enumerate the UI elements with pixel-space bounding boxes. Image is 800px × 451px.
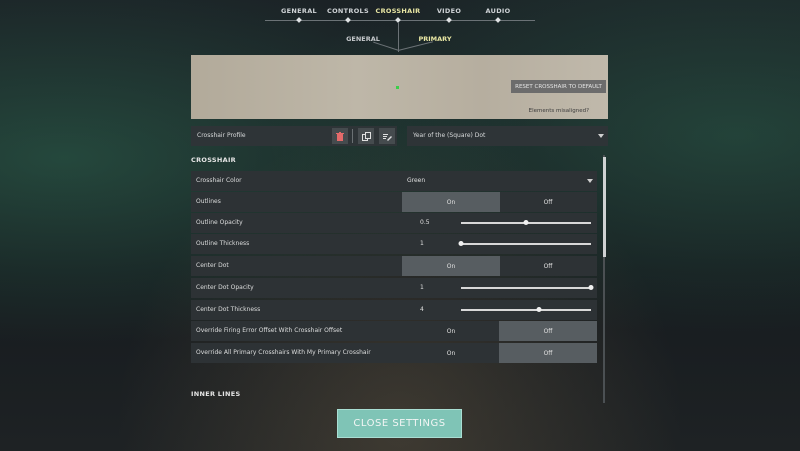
chevron-down-icon xyxy=(598,134,604,138)
setting-label: Override All Primary Crosshairs With My … xyxy=(196,349,371,356)
crosshair-color-dropdown[interactable]: Green xyxy=(402,171,597,191)
setting-label: Override Firing Error Offset With Crossh… xyxy=(196,327,343,334)
outline-thickness-value: 1 xyxy=(420,240,424,247)
outlines-on-button[interactable]: On xyxy=(402,192,500,212)
setting-center-dot: Center Dot On Off xyxy=(191,256,597,276)
subtab-primary[interactable]: PRIMARY xyxy=(418,35,451,43)
setting-label: Outline Thickness xyxy=(196,240,250,247)
setting-outline-opacity: Outline Opacity 0.5 xyxy=(191,213,597,233)
tab-general[interactable]: GENERAL xyxy=(281,7,317,15)
tab-crosshair[interactable]: CROSSHAIR xyxy=(376,7,421,15)
reset-crosshair-button[interactable]: RESET CROSSHAIR TO DEFAULT xyxy=(511,80,606,93)
setting-outlines: Outlines On Off xyxy=(191,192,597,212)
override-all-on-button[interactable]: On xyxy=(402,343,500,363)
crosshair-profile-row: Crosshair Profile xyxy=(191,126,397,146)
nav-dot xyxy=(296,17,302,23)
top-nav: GENERAL CONTROLS CROSSHAIR VIDEO AUDIO xyxy=(0,0,800,24)
copy-icon[interactable] xyxy=(358,128,374,144)
elements-misaligned-link[interactable]: Elements misaligned? xyxy=(529,108,589,114)
close-settings-button[interactable]: CLOSE SETTINGS xyxy=(337,409,462,438)
section-crosshair-title: CROSSHAIR xyxy=(191,156,236,164)
tab-controls[interactable]: CONTROLS xyxy=(327,7,369,15)
setting-label: Crosshair Color xyxy=(196,177,242,184)
center-dot-thickness-value: 4 xyxy=(420,306,424,313)
outline-opacity-slider-thumb[interactable] xyxy=(523,220,529,225)
scrollbar-thumb[interactable] xyxy=(603,157,606,257)
outline-opacity-value: 0.5 xyxy=(420,219,430,226)
tab-audio[interactable]: AUDIO xyxy=(486,7,511,15)
chevron-down-icon xyxy=(587,179,593,183)
override-all-off-button[interactable]: Off xyxy=(499,343,597,363)
outline-thickness-slider-thumb[interactable] xyxy=(458,241,464,246)
crosshair-color-value: Green xyxy=(407,177,426,184)
edit-icon[interactable] xyxy=(379,128,395,144)
nav-dot xyxy=(446,17,452,23)
center-dot-opacity-slider-thumb[interactable] xyxy=(588,285,594,290)
setting-override-all-primary: Override All Primary Crosshairs With My … xyxy=(191,343,597,363)
setting-crosshair-color: Crosshair Color Green xyxy=(191,171,597,191)
center-dot-opacity-slider-track[interactable] xyxy=(461,287,591,289)
center-dot-thickness-slider-track[interactable] xyxy=(461,309,591,311)
nav-dot xyxy=(345,17,351,23)
setting-center-dot-opacity: Center Dot Opacity 1 xyxy=(191,278,597,298)
setting-override-firing-error: Override Firing Error Offset With Crossh… xyxy=(191,321,597,341)
crosshair-dot xyxy=(396,86,399,89)
crosshair-profile-label: Crosshair Profile xyxy=(197,132,246,139)
setting-label: Center Dot Opacity xyxy=(196,284,254,291)
center-dot-opacity-value: 1 xyxy=(420,284,424,291)
override-firing-on-button[interactable]: On xyxy=(402,321,500,341)
override-firing-off-button[interactable]: Off xyxy=(499,321,597,341)
setting-label: Outlines xyxy=(196,198,221,205)
center-dot-on-button[interactable]: On xyxy=(402,256,500,276)
setting-center-dot-thickness: Center Dot Thickness 4 xyxy=(191,300,597,320)
subtab-general[interactable]: GENERAL xyxy=(346,35,380,43)
outlines-off-button[interactable]: Off xyxy=(499,192,597,212)
outline-thickness-slider-track[interactable] xyxy=(461,243,591,245)
trash-icon[interactable] xyxy=(332,128,348,144)
tab-video[interactable]: VIDEO xyxy=(437,7,461,15)
profile-dropdown[interactable]: Year of the (Square) Dot xyxy=(407,126,608,146)
setting-label: Outline Opacity xyxy=(196,219,243,226)
icon-separator xyxy=(352,129,353,143)
subnav-connector xyxy=(373,41,400,51)
profile-selected-value: Year of the (Square) Dot xyxy=(413,132,486,139)
setting-label: Center Dot xyxy=(196,262,229,269)
section-inner-lines-title: INNER LINES xyxy=(191,390,241,398)
subnav-connector xyxy=(398,22,399,52)
nav-dot xyxy=(495,17,501,23)
center-dot-off-button[interactable]: Off xyxy=(499,256,597,276)
setting-label: Center Dot Thickness xyxy=(196,306,261,313)
center-dot-thickness-slider-thumb[interactable] xyxy=(536,307,542,312)
setting-outline-thickness: Outline Thickness 1 xyxy=(191,234,597,254)
